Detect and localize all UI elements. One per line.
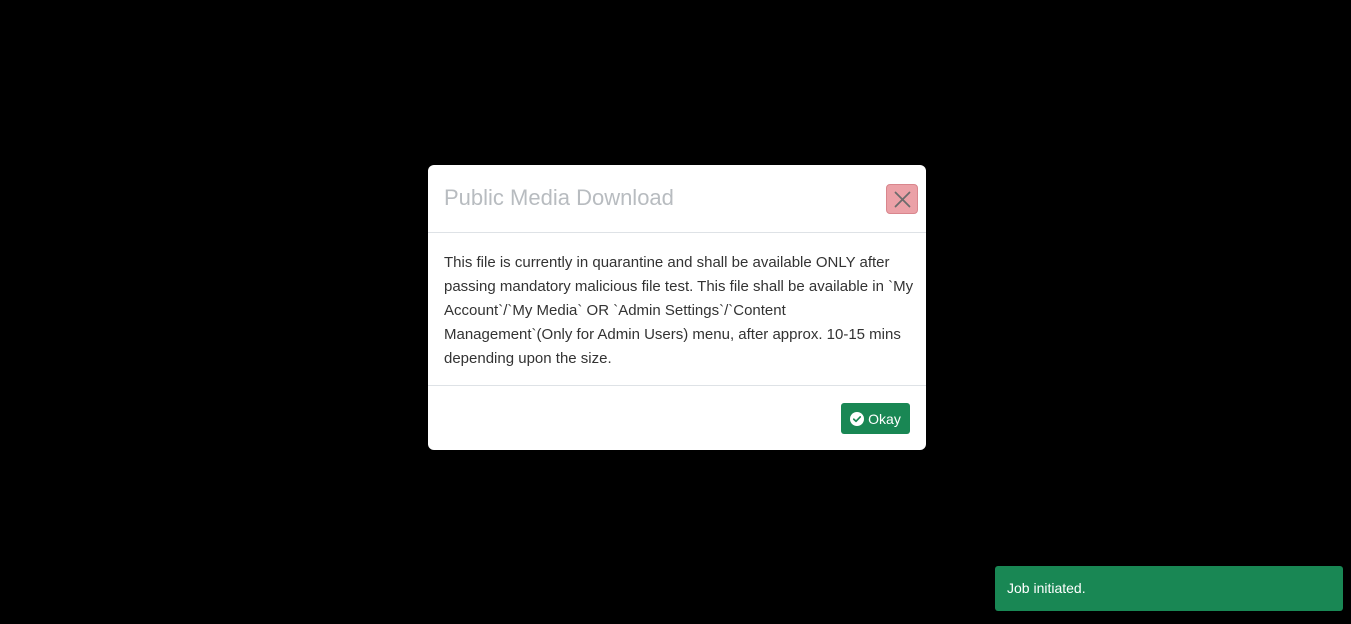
modal-header: Public Media Download <box>428 165 926 233</box>
okay-button-label: Okay <box>868 410 901 427</box>
modal-footer: Okay <box>428 386 926 450</box>
okay-button[interactable]: Okay <box>841 403 910 434</box>
toast-notification[interactable]: Job initiated. <box>995 566 1343 611</box>
toast-message: Job initiated. <box>1007 580 1086 596</box>
modal-body: This file is currently in quarantine and… <box>428 233 926 386</box>
close-button[interactable] <box>886 184 918 214</box>
modal-title: Public Media Download <box>444 185 674 210</box>
quarantine-message: This file is currently in quarantine and… <box>444 254 914 367</box>
public-media-download-dialog: Public Media Download This file is curre… <box>428 165 926 450</box>
close-icon <box>894 191 911 208</box>
check-circle-icon <box>850 411 865 426</box>
